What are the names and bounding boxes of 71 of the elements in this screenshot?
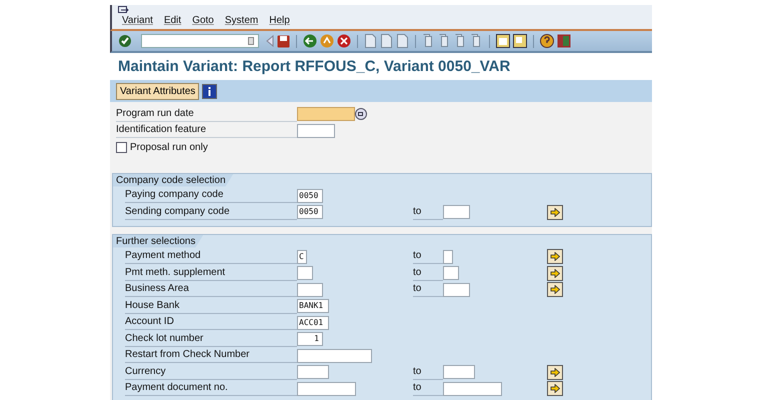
field-label: Identification feature: [116, 123, 297, 138]
field-label: Account ID: [125, 315, 297, 330]
variant-attributes-button[interactable]: Variant Attributes: [116, 82, 200, 100]
pages-icon[interactable]: [454, 34, 467, 48]
info-icon[interactable]: [202, 84, 218, 98]
field-label: Payment document no.: [125, 381, 297, 396]
field-label: Check lot number: [125, 332, 297, 347]
input-field[interactable]: [297, 107, 355, 122]
field-label: Program run date: [116, 106, 297, 122]
input-field[interactable]: BANK1: [297, 299, 329, 314]
menu-icon[interactable]: [118, 6, 129, 15]
field-label: Currency: [125, 364, 297, 380]
input-field[interactable]: [443, 382, 502, 396]
enter-icon[interactable]: [118, 34, 132, 48]
input-field[interactable]: [443, 282, 470, 297]
input-field[interactable]: [443, 365, 475, 380]
input-field[interactable]: [297, 365, 329, 380]
input-field[interactable]: [297, 266, 313, 280]
checkbox-label: Proposal run only: [130, 142, 208, 153]
input-field[interactable]: [443, 250, 453, 264]
field-label: Pmt meth. supplement: [125, 266, 297, 281]
save-icon[interactable]: [277, 34, 290, 48]
input-field[interactable]: [297, 348, 372, 363]
multiple-selection-button[interactable]: [547, 266, 563, 281]
input-field[interactable]: [297, 382, 356, 396]
input-field[interactable]: [297, 282, 323, 297]
multiple-selection-button[interactable]: [547, 249, 563, 264]
layout-icon[interactable]: [557, 34, 571, 48]
menu-item[interactable]: Goto: [192, 15, 214, 26]
screen-title: Maintain Variant: Report RFFOUS_C, Variant 0050_VAR: [110, 53, 652, 80]
command-field[interactable]: [141, 34, 259, 48]
window-icon[interactable]: [496, 34, 510, 48]
multiple-selection-button[interactable]: [547, 204, 563, 220]
menu-item[interactable]: Help: [269, 15, 290, 26]
input-field[interactable]: [443, 266, 459, 280]
input-field[interactable]: 0050: [297, 188, 323, 203]
input-field[interactable]: 1: [297, 332, 323, 346]
left-triangle-icon[interactable]: [266, 35, 274, 47]
input-field[interactable]: [443, 205, 470, 220]
pages-icon[interactable]: [438, 34, 451, 48]
field-label: Sending company code: [125, 204, 297, 220]
cancel-icon[interactable]: [337, 34, 351, 48]
multiple-selection-button[interactable]: [547, 282, 563, 298]
dropdown-icon[interactable]: [248, 37, 254, 45]
menu-item[interactable]: System: [224, 15, 258, 26]
page-icon[interactable]: [396, 34, 409, 48]
value-help-icon[interactable]: [355, 108, 367, 120]
input-field[interactable]: ACC01: [297, 316, 329, 330]
field-label: Paying company code: [125, 188, 297, 204]
multiple-selection-button[interactable]: [547, 381, 563, 396]
menu-item[interactable]: Edit: [164, 15, 182, 26]
field-label: Restart from Check Number: [125, 348, 297, 364]
pages-icon[interactable]: [470, 34, 483, 48]
window-icon[interactable]: [513, 34, 527, 48]
section-title: Company code selection: [113, 174, 234, 186]
field-label: House Bank: [125, 298, 297, 314]
input-field[interactable]: C: [297, 250, 307, 264]
menu-item[interactable]: Variant: [122, 15, 153, 26]
exit-icon[interactable]: [320, 34, 334, 48]
page-icon[interactable]: [364, 34, 377, 48]
input-field[interactable]: [297, 124, 335, 138]
checkbox[interactable]: [116, 142, 127, 153]
multiple-selection-button[interactable]: [547, 364, 563, 380]
section-title: Further selections: [113, 234, 204, 248]
help-icon[interactable]: [540, 34, 554, 48]
back-icon[interactable]: [303, 34, 317, 48]
field-label: Payment method: [125, 249, 297, 264]
page-icon[interactable]: [380, 34, 393, 48]
input-field[interactable]: 0050: [297, 205, 323, 220]
pages-icon[interactable]: [422, 34, 435, 48]
field-label: Business Area: [125, 282, 297, 298]
